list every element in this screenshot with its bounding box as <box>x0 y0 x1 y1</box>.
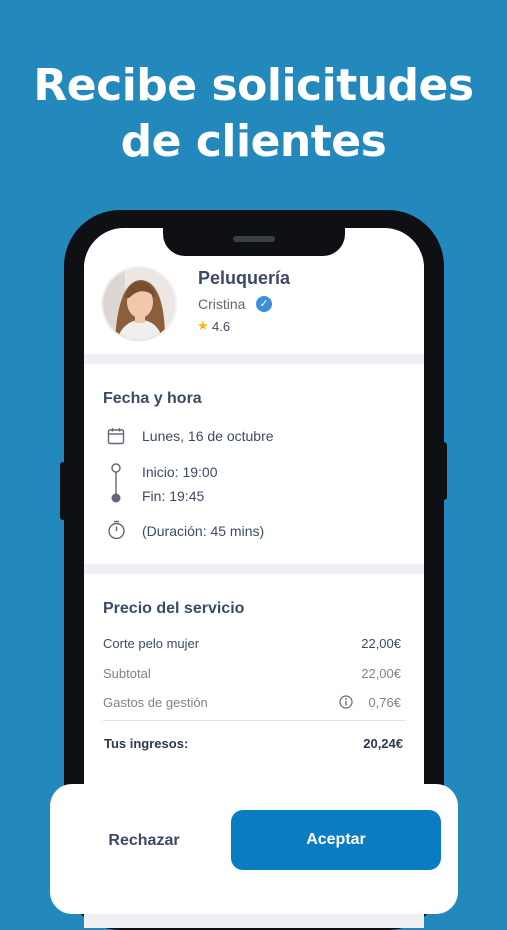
headline-line-1: Recibe solicitudes <box>33 60 474 111</box>
accept-button[interactable]: Aceptar <box>231 810 441 870</box>
price-divider <box>103 720 405 721</box>
reject-button[interactable]: Rechazar <box>64 814 224 868</box>
total-value: 20,24€ <box>363 736 403 751</box>
total-label: Tus ingresos: <box>104 736 189 751</box>
fees-value: 0,76€ <box>368 695 401 710</box>
verified-badge-icon: ✓ <box>256 296 272 312</box>
fees-label: Gastos de gestión <box>103 695 208 710</box>
business-name: Peluquería <box>198 268 291 288</box>
avatar <box>103 268 175 340</box>
price-title: Precio del servicio <box>103 600 245 617</box>
date-time-title: Fecha y hora <box>103 390 202 407</box>
avatar-image <box>103 268 175 340</box>
end-time: Fin: 19:45 <box>142 488 205 504</box>
star-icon: ★ <box>197 318 209 333</box>
price-row-label: Corte pelo mujer <box>103 636 200 651</box>
subtotal-label: Subtotal <box>103 666 151 681</box>
phone-notch <box>163 210 345 256</box>
duration: (Duración: 45 mins) <box>142 523 265 539</box>
price-row-value: 22,00€ <box>361 636 401 651</box>
phone-speaker <box>233 236 275 242</box>
start-time: Inicio: 19:00 <box>142 464 218 480</box>
headline: Recibe solicitudes de clientes <box>0 58 507 170</box>
date-time-card: Fecha y hora Lunes, 16 de octubre Inicio… <box>84 364 424 564</box>
rating-value: 4.6 <box>212 319 231 334</box>
appointment-date: Lunes, 16 de octubre <box>142 428 274 444</box>
professional-name: Cristina <box>198 296 246 312</box>
subtotal-value: 22,00€ <box>361 666 401 681</box>
calendar-icon <box>107 428 125 445</box>
stopwatch-icon <box>108 520 125 540</box>
info-icon[interactable] <box>339 695 353 709</box>
headline-line-2: de clientes <box>120 116 387 167</box>
timeline-icon <box>111 463 121 503</box>
